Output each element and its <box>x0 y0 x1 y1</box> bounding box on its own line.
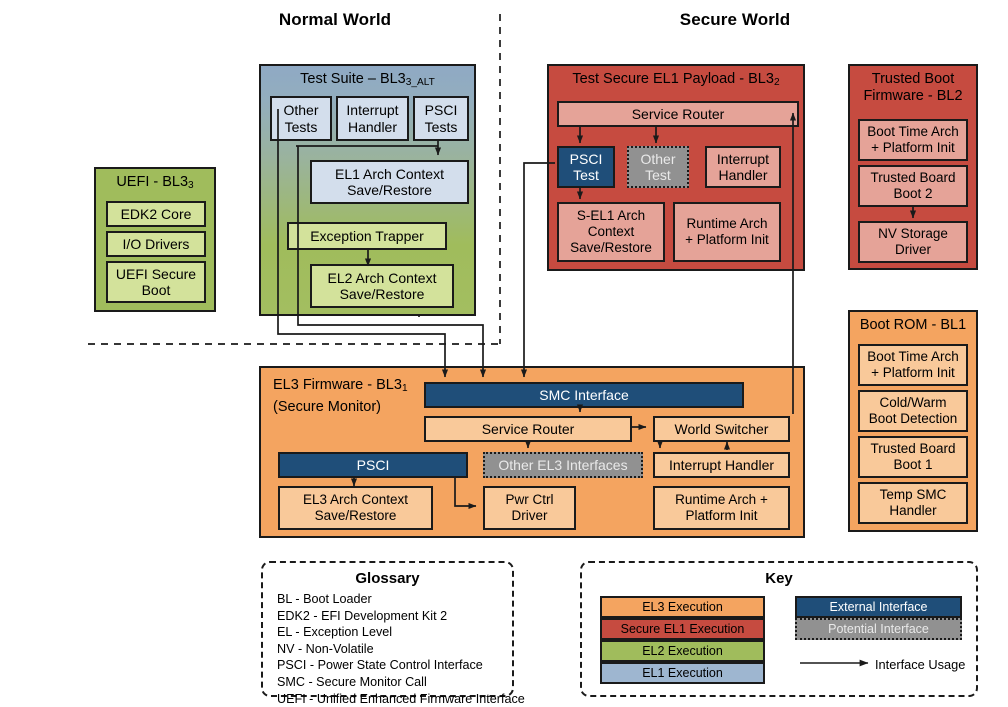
secure-payload-sel1-arch-context[interactable]: S-EL1 Arch Context Save/Restore <box>557 202 665 262</box>
el3-other-interfaces[interactable]: Other EL3 Interfaces <box>483 452 643 478</box>
bootrom-item-cold-warm-boot-detection[interactable]: Cold/Warm Boot Detection <box>858 390 968 432</box>
el3-smc-interface[interactable]: SMC Interface <box>424 382 744 408</box>
test-suite-other-tests[interactable]: Other Tests <box>270 96 332 141</box>
glossary-title: Glossary <box>355 570 420 587</box>
test-suite-title: Test Suite – BL33_ALT <box>300 71 435 89</box>
uefi-item-io-drivers[interactable]: I/O Drivers <box>106 231 206 257</box>
el3-psci[interactable]: PSCI <box>278 452 468 478</box>
uefi-item-edk2-core[interactable]: EDK2 Core <box>106 201 206 227</box>
key-interface-legend: External Interface Potential Interface <box>795 596 962 640</box>
glossary-list: BL - Boot Loader EDK2 - EFI Development … <box>263 587 525 707</box>
secure-payload-service-router[interactable]: Service Router <box>557 101 799 127</box>
key-arrow-label: Interface Usage <box>875 657 966 672</box>
glossary-entry: NV - Non-Volatile <box>277 641 374 656</box>
tbfw-item-boot-time-arch[interactable]: Boot Time Arch + Platform Init <box>858 119 968 161</box>
normal-world-title: Normal World <box>278 10 392 29</box>
key-swatch-el2-execution: EL2 Execution <box>600 640 765 662</box>
key-title: Key <box>765 570 793 587</box>
el3-world-switcher[interactable]: World Switcher <box>653 416 790 442</box>
el3-runtime-init[interactable]: Runtime Arch + Platform Init <box>653 486 790 530</box>
test-suite-el1-arch-context[interactable]: EL1 Arch Context Save/Restore <box>310 160 469 204</box>
test-suite-group: Test Suite – BL33_ALT Other Tests Interru… <box>259 64 476 316</box>
el3-firmware-group: EL3 Firmware - BL31 (Secure Monitor) SMC… <box>259 366 805 538</box>
boot-rom-group: Boot ROM - BL1 Boot Time Arch + Platform … <box>848 310 978 532</box>
trusted-boot-firmware-group: Trusted Boot Firmware - BL2 Boot Time Arc… <box>848 64 978 270</box>
glossary-entry: UEFI - Unified Enhanced Firmware Interfa… <box>277 691 525 706</box>
secure-payload-title: Test Secure EL1 Payload - BL32 <box>572 71 780 89</box>
bootrom-item-temp-smc-handler[interactable]: Temp SMC Handler <box>858 482 968 524</box>
el3-arch-context[interactable]: EL3 Arch Context Save/Restore <box>278 486 433 530</box>
secure-payload-interrupt-handler[interactable]: Interrupt Handler <box>705 146 781 188</box>
key-swatch-el1-execution: EL1 Execution <box>600 662 765 684</box>
tbfw-item-trusted-board-boot-2[interactable]: Trusted Board Boot 2 <box>858 165 968 207</box>
test-suite-exception-trapper[interactable]: Exception Trapper <box>287 222 447 250</box>
diagram-canvas: Normal World Secure World UEFI - BL33 ED… <box>0 0 1008 707</box>
secure-payload-group: Test Secure EL1 Payload - BL32 Service R… <box>547 64 805 271</box>
test-suite-psci-tests[interactable]: PSCI Tests <box>413 96 469 141</box>
el3-interrupt-handler[interactable]: Interrupt Handler <box>653 452 790 478</box>
trusted-boot-firmware-title: Trusted Boot Firmware - BL2 <box>863 71 963 104</box>
glossary-entry: EDK2 - EFI Development Kit 2 <box>277 608 448 623</box>
uefi-item-secure-boot[interactable]: UEFI Secure Boot <box>106 261 206 303</box>
el3-pwr-ctrl-driver[interactable]: Pwr Ctrl Driver <box>483 486 576 530</box>
secure-payload-other-test[interactable]: Other Test <box>627 146 689 188</box>
bootrom-item-trusted-board-boot-1[interactable]: Trusted Board Boot 1 <box>858 436 968 478</box>
el3-service-router[interactable]: Service Router <box>424 416 632 442</box>
test-suite-el2-arch-context[interactable]: EL2 Arch Context Save/Restore <box>310 264 454 308</box>
key-panel: Key EL3 Execution Secure EL1 Execution E… <box>580 561 978 697</box>
glossary-panel: Glossary BL - Boot Loader EDK2 - EFI Dev… <box>261 561 525 706</box>
key-swatch-secure-el1-execution: Secure EL1 Execution <box>600 618 765 640</box>
uefi-group: UEFI - BL33 EDK2 Core I/O Drivers UEFI S… <box>94 167 216 312</box>
bootrom-item-boot-time-arch[interactable]: Boot Time Arch + Platform Init <box>858 344 968 386</box>
tbfw-item-nv-storage-driver[interactable]: NV Storage Driver <box>858 221 968 263</box>
secure-payload-runtime-init[interactable]: Runtime Arch + Platform Init <box>673 202 781 262</box>
glossary-entry: PSCI - Power State Control Interface <box>277 658 483 673</box>
key-execution-legend: EL3 Execution Secure EL1 Execution EL2 E… <box>600 596 765 684</box>
glossary-entry: BL - Boot Loader <box>277 592 372 606</box>
boot-rom-title: Boot ROM - BL1 <box>859 317 967 333</box>
key-swatch-potential-interface: Potential Interface <box>795 618 962 640</box>
glossary-entry: SMC - Secure Monitor Call <box>277 674 427 689</box>
secure-world-title: Secure World <box>679 10 791 29</box>
glossary-entry: EL - Exception Level <box>277 625 393 640</box>
uefi-title: UEFI - BL33 <box>116 174 194 192</box>
key-swatch-external-interface: External Interface <box>795 596 962 618</box>
test-suite-interrupt-handler[interactable]: Interrupt Handler <box>336 96 409 141</box>
key-swatch-el3-execution: EL3 Execution <box>600 596 765 618</box>
secure-payload-psci-test[interactable]: PSCI Test <box>557 146 615 188</box>
